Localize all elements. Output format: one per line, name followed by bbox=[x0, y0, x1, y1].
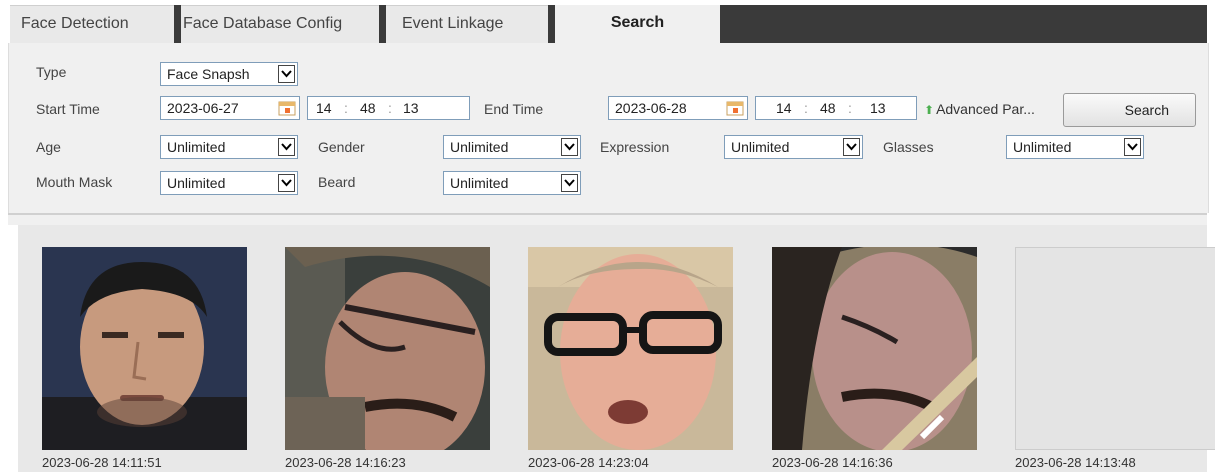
face-snapshot-thumbnail[interactable] bbox=[42, 247, 247, 450]
start-date-value: 2023-06-27 bbox=[167, 100, 239, 116]
mouth-mask-value: Unlimited bbox=[167, 175, 226, 191]
face-snapshot-thumbnail[interactable] bbox=[285, 247, 490, 450]
start-hour[interactable]: 14 bbox=[316, 97, 332, 119]
start-minute[interactable]: 48 bbox=[360, 97, 376, 119]
tab-bar: Face Detection Face Database Config Even… bbox=[0, 0, 1215, 43]
expression-label: Expression bbox=[600, 139, 670, 155]
double-chevron-up-icon: ⬆ bbox=[924, 103, 935, 117]
chevron-down-icon[interactable] bbox=[278, 138, 295, 156]
chevron-down-icon[interactable] bbox=[1124, 138, 1141, 156]
snapshot-timestamp: 2023-06-28 14:11:51 bbox=[42, 455, 162, 470]
tab-face-database-config[interactable]: Face Database Config bbox=[181, 5, 379, 43]
chevron-down-icon[interactable] bbox=[561, 138, 578, 156]
panel-gap bbox=[8, 215, 1207, 225]
face-photo bbox=[772, 247, 977, 450]
end-hour[interactable]: 14 bbox=[776, 97, 792, 119]
face-snapshot-thumbnail[interactable] bbox=[528, 247, 733, 450]
time-separator: : bbox=[804, 100, 808, 116]
beard-select[interactable]: Unlimited bbox=[443, 171, 581, 195]
tab-face-detection[interactable]: Face Detection bbox=[10, 5, 174, 43]
glasses-value: Unlimited bbox=[1013, 139, 1072, 155]
chevron-down-icon[interactable] bbox=[843, 138, 860, 156]
time-separator: : bbox=[344, 100, 348, 116]
start-time-field[interactable]: 14 : 48 : 13 bbox=[307, 96, 470, 120]
glasses-select[interactable]: Unlimited bbox=[1006, 135, 1144, 159]
expression-value: Unlimited bbox=[731, 139, 790, 155]
search-button[interactable]: Search bbox=[1063, 93, 1196, 127]
chevron-down-icon[interactable] bbox=[561, 174, 578, 192]
end-date-value: 2023-06-28 bbox=[615, 100, 687, 116]
glasses-label: Glasses bbox=[883, 139, 934, 155]
end-time-field[interactable]: 14 : 48 : 13 bbox=[755, 96, 917, 120]
tab-search[interactable]: Search bbox=[555, 5, 720, 43]
end-minute[interactable]: 48 bbox=[820, 97, 836, 119]
face-snapshot-placeholder[interactable] bbox=[1015, 247, 1215, 450]
face-photo bbox=[528, 247, 733, 450]
snapshot-timestamp: 2023-06-28 14:16:23 bbox=[285, 455, 406, 470]
face-snapshot-thumbnail[interactable] bbox=[772, 247, 977, 450]
time-separator: : bbox=[848, 100, 852, 116]
beard-value: Unlimited bbox=[450, 175, 509, 191]
gender-value: Unlimited bbox=[450, 139, 509, 155]
expression-select[interactable]: Unlimited bbox=[724, 135, 863, 159]
start-time-label: Start Time bbox=[36, 101, 100, 117]
age-value: Unlimited bbox=[167, 139, 226, 155]
type-select[interactable]: Face Snapsh bbox=[160, 62, 298, 86]
beard-label: Beard bbox=[318, 174, 356, 190]
tab-separator bbox=[174, 5, 181, 43]
mouth-mask-select[interactable]: Unlimited bbox=[160, 171, 298, 195]
snapshot-timestamp: 2023-06-28 14:23:04 bbox=[528, 455, 649, 470]
face-photo bbox=[285, 247, 490, 450]
chevron-down-icon[interactable] bbox=[278, 65, 295, 83]
age-label: Age bbox=[36, 139, 61, 155]
time-separator: : bbox=[388, 100, 392, 116]
tab-event-linkage[interactable]: Event Linkage bbox=[386, 5, 548, 43]
snapshot-timestamp: 2023-06-28 14:13:48 bbox=[1015, 455, 1136, 470]
end-date-field[interactable]: 2023-06-28 bbox=[608, 96, 748, 120]
calendar-icon[interactable] bbox=[278, 100, 296, 116]
face-photo bbox=[42, 247, 247, 450]
end-second[interactable]: 13 bbox=[870, 97, 886, 119]
type-label: Type bbox=[36, 64, 67, 80]
mouth-mask-label: Mouth Mask bbox=[36, 174, 113, 190]
start-second[interactable]: 13 bbox=[403, 97, 419, 119]
tab-separator bbox=[548, 5, 555, 43]
advanced-parameters-link[interactable]: ⬆ Advanced Par... bbox=[924, 101, 1035, 117]
type-value: Face Snapsh bbox=[167, 66, 250, 82]
age-select[interactable]: Unlimited bbox=[160, 135, 298, 159]
end-time-label: End Time bbox=[484, 101, 544, 117]
gender-label: Gender bbox=[318, 139, 365, 155]
calendar-icon[interactable] bbox=[726, 100, 744, 116]
gender-select[interactable]: Unlimited bbox=[443, 135, 581, 159]
chevron-down-icon[interactable] bbox=[278, 174, 295, 192]
tab-separator bbox=[379, 5, 386, 43]
snapshot-timestamp: 2023-06-28 14:16:36 bbox=[772, 455, 893, 470]
tab-bar-filler bbox=[720, 5, 1207, 43]
advanced-parameters-label: Advanced Par... bbox=[936, 101, 1035, 117]
start-date-field[interactable]: 2023-06-27 bbox=[160, 96, 300, 120]
